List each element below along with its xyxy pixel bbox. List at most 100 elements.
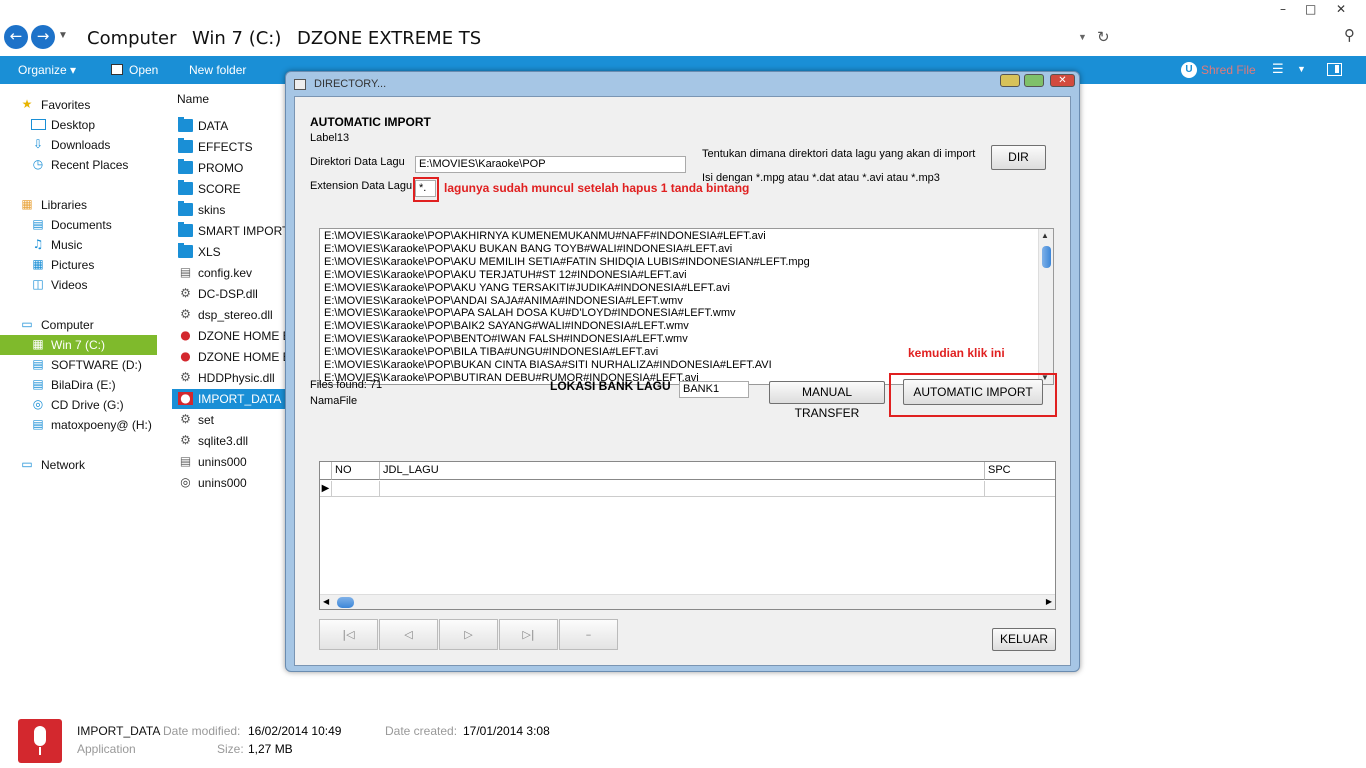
recent-pages-chevron-icon[interactable]: ▼ [58,30,68,41]
nav-drive-g[interactable]: ◎ CD Drive (G:) [0,395,157,415]
nav-drive-e[interactable]: ▤ BilaDira (E:) [0,375,157,395]
song-file-list[interactable]: E:\MOVIES\Karaoke\POP\BUTIRAN DEBU#RUMOR… [319,228,1054,385]
file-item[interactable]: ⚙ HDDPhysic.dll [172,368,290,388]
preview-pane-icon[interactable] [1327,63,1342,76]
nav-pictures-label: Pictures [51,258,95,272]
list-item[interactable]: E:\MOVIES\Karaoke\POP\AKU MEMILIH SETIA#… [324,256,810,269]
list-item[interactable]: E:\MOVIES\Karaoke\POP\BENTO#IWAN FALSH#I… [324,333,688,346]
lokasi-bank-lagu-input[interactable]: BANK1 [679,381,749,398]
list-item[interactable]: E:\MOVIES\Karaoke\POP\BILA TIBA#UNGU#IND… [324,346,658,359]
grid-header-spc[interactable]: SPC [985,462,1055,480]
microphone-app-icon [18,719,62,763]
nav-drive-h[interactable]: ▤ matoxpoeny@ (H:) [0,415,157,435]
file-item[interactable]: ▤ unins000 [172,452,290,472]
file-item[interactable]: ● DZONE HOME EX [172,347,290,367]
file-item[interactable]: ● DZONE HOME EX [172,326,290,346]
grid-cell-spc[interactable] [985,481,1055,497]
minimize-button[interactable]: – [1280,2,1286,16]
scroll-left-icon[interactable]: ◀ [323,597,329,606]
grid-horizontal-scrollbar[interactable]: ◀ ▶ [320,594,1055,609]
view-options-icon[interactable]: ☰ [1272,62,1284,77]
breadcrumb-computer[interactable]: Computer [87,28,176,49]
address-dropdown-icon[interactable]: ▼ [1078,32,1087,42]
grid-cell-no[interactable] [332,481,380,497]
nav-prev-button[interactable]: ◁ [379,619,438,650]
nav-documents[interactable]: ▤ Documents [0,215,157,235]
nav-downloads[interactable]: ⇩ Downloads [0,135,157,155]
open-button[interactable]: Open [111,63,158,77]
file-item[interactable]: ◎ unins000 [172,473,290,493]
dialog-maximize-button[interactable] [1024,74,1044,87]
list-item[interactable]: E:\MOVIES\Karaoke\POP\AKU TERJATUH#ST 12… [324,269,687,282]
nav-delete-button[interactable]: – [559,619,618,650]
file-item[interactable]: XLS [172,242,290,262]
nav-libraries[interactable]: ▦ Libraries [0,195,157,215]
file-item[interactable]: ▤ config.kev [172,263,290,283]
forward-arrow-icon[interactable]: → [31,25,55,49]
dir-button[interactable]: DIR [991,145,1046,170]
folder-icon [178,159,193,174]
pictures-icon: ▦ [32,257,44,271]
gear-icon: ⚙ [180,307,191,321]
file-item[interactable]: SCORE [172,179,290,199]
list-item[interactable]: E:\MOVIES\Karaoke\POP\APA SALAH DOSA KU#… [324,307,735,320]
nav-music[interactable]: ♫ Music [0,235,157,255]
nav-drive-e-label: BilaDira (E:) [51,378,116,392]
nav-last-button[interactable]: ▷| [499,619,558,650]
directory-input[interactable]: E:\MOVIES\Karaoke\POP [415,156,686,173]
file-item[interactable]: PROMO [172,158,290,178]
keluar-button[interactable]: KELUAR [992,628,1056,651]
dialog-minimize-button[interactable] [1000,74,1020,87]
list-item[interactable]: E:\MOVIES\Karaoke\POP\ANDAI SAJA#ANIMA#I… [324,295,683,308]
view-dropdown-icon[interactable]: ▼ [1297,64,1306,74]
back-arrow-icon[interactable]: ← [4,25,28,49]
nav-drive-c[interactable]: ▦ Win 7 (C:) [0,335,157,355]
grid-header-jdl-lagu[interactable]: JDL_LAGU [380,462,985,480]
breadcrumb-drive[interactable]: Win 7 (C:) [192,28,281,49]
list-item[interactable]: E:\MOVIES\Karaoke\POP\BAIK2 SAYANG#WALI#… [324,320,689,333]
file-list-scrollbar[interactable]: ▲ ▼ [1038,229,1053,384]
nav-drive-d[interactable]: ▤ SOFTWARE (D:) [0,355,157,375]
nav-first-button[interactable]: |◁ [319,619,378,650]
nav-computer[interactable]: ▭ Computer [0,315,157,335]
list-item[interactable]: E:\MOVIES\Karaoke\POP\AKHIRNYA KUMENEMUK… [324,230,766,243]
nav-desktop[interactable]: Desktop [0,115,157,135]
close-button[interactable]: ✕ [1336,2,1346,16]
list-item[interactable]: E:\MOVIES\Karaoke\POP\BUKAN CINTA BIASA#… [324,359,772,372]
file-item[interactable]: DATA [172,116,290,136]
refresh-icon[interactable]: ↻ [1097,28,1110,46]
nav-pictures[interactable]: ▦ Pictures [0,255,157,275]
grid-cell-jdl-lagu[interactable] [380,481,985,497]
scroll-up-icon[interactable]: ▲ [1041,231,1049,240]
file-item[interactable]: ⚙ dsp_stereo.dll [172,305,290,325]
list-item[interactable]: E:\MOVIES\Karaoke\POP\AKU BUKAN BANG TOY… [324,243,732,256]
file-item[interactable]: ● IMPORT_DATA [172,389,290,409]
file-item[interactable]: skins [172,200,290,220]
shred-file-button[interactable]: Shred File [1201,63,1256,77]
nav-videos[interactable]: ◫ Videos [0,275,157,295]
shred-icon[interactable]: U [1181,62,1197,78]
breadcrumb-folder[interactable]: DZONE EXTREME TS [297,28,481,49]
nav-next-button[interactable]: ▷ [439,619,498,650]
scroll-thumb[interactable] [1042,246,1051,268]
dialog-close-button[interactable]: ✕ [1050,74,1075,87]
manual-transfer-button[interactable]: MANUAL TRANSFER [769,381,885,420]
organize-menu[interactable]: Organize ▾ [18,63,76,77]
nav-recent-places[interactable]: ◷ Recent Places [0,155,157,175]
file-item[interactable]: ⚙ sqlite3.dll [172,431,290,451]
maximize-button[interactable]: □ [1305,2,1316,16]
name-column-header[interactable]: Name [177,92,209,106]
grid-scroll-thumb[interactable] [337,597,354,608]
nav-network[interactable]: ▭ Network [0,455,157,475]
file-item[interactable]: ⚙ set [172,410,290,430]
scroll-right-icon[interactable]: ▶ [1046,597,1052,606]
file-item[interactable]: SMART IMPORT [172,221,290,241]
file-item[interactable]: EFFECTS [172,137,290,157]
new-folder-button[interactable]: New folder [189,63,246,77]
song-data-grid[interactable]: NO JDL_LAGU SPC ▶ ◀ ▶ [319,461,1056,610]
list-item[interactable]: E:\MOVIES\Karaoke\POP\AKU YANG TERSAKITI… [324,282,730,295]
file-item[interactable]: ⚙ DC-DSP.dll [172,284,290,304]
grid-header-no[interactable]: NO [332,462,380,480]
nav-favorites[interactable]: ★ Favorites [0,95,157,115]
search-icon[interactable]: ⚲ [1344,26,1355,44]
